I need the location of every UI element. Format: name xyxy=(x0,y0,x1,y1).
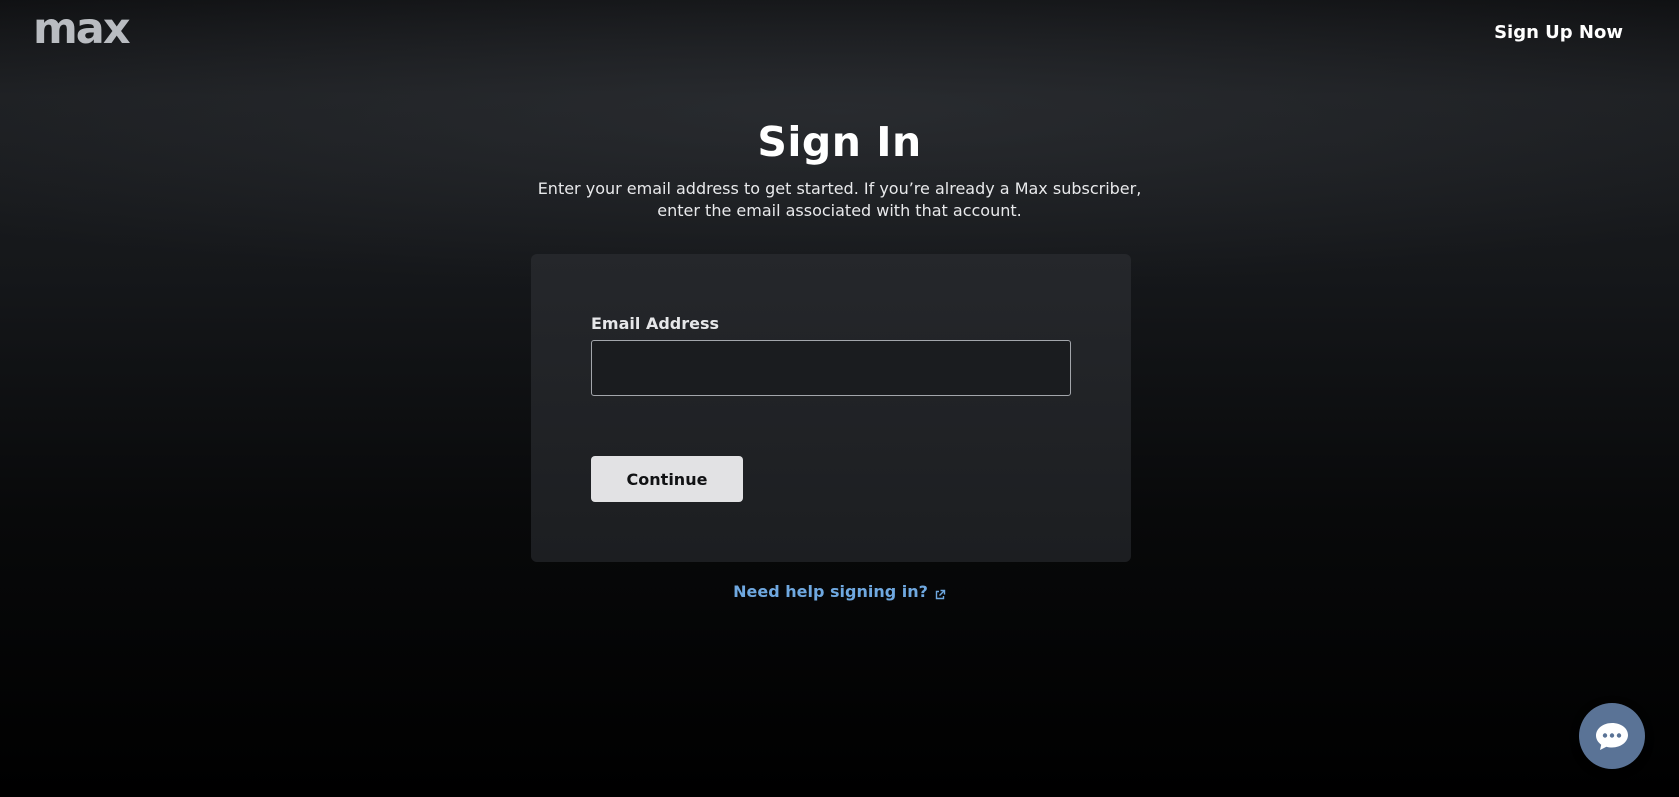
page-subtitle: Enter your email address to get started.… xyxy=(0,178,1679,222)
max-logo[interactable]: max xyxy=(33,4,145,54)
need-help-link-content: Need help signing in? xyxy=(733,582,946,601)
subtitle-line-1: Enter your email address to get started.… xyxy=(537,179,1142,198)
sign-in-card: Email Address Continue xyxy=(531,254,1131,562)
chat-button[interactable] xyxy=(1579,703,1645,769)
need-help-label: Need help signing in? xyxy=(733,582,928,601)
sign-up-now-link[interactable]: Sign Up Now xyxy=(1494,22,1623,43)
external-link-icon xyxy=(934,586,946,599)
need-help-link[interactable]: Need help signing in? xyxy=(0,582,1679,601)
max-logo-mark: max xyxy=(33,4,133,54)
continue-button[interactable]: Continue xyxy=(591,456,743,502)
email-label: Email Address xyxy=(591,314,720,333)
page-title: Sign In xyxy=(757,118,922,166)
subtitle-line-2: enter the email associated with that acc… xyxy=(657,201,1022,220)
email-field[interactable] xyxy=(591,340,1071,396)
chat-bubble-icon xyxy=(1596,723,1628,750)
logo-text: max xyxy=(33,14,131,46)
